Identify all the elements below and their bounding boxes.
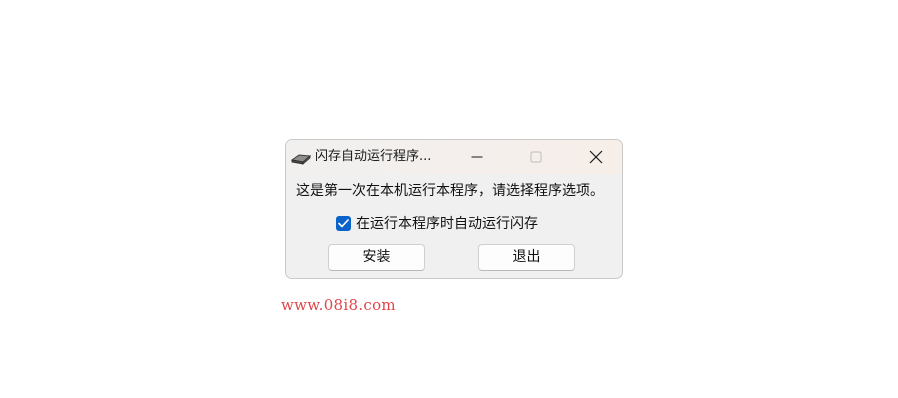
maximize-icon [530,151,542,163]
screen: 闪存自动运行程序... 这是第一次在本机运行本程序，请选择程序选项。 在运行本程… [0,0,898,398]
autorun-checkbox[interactable] [336,216,351,231]
autorun-checkbox-label[interactable]: 在运行本程序时自动运行闪存 [356,214,538,234]
window-title: 闪存自动运行程序... [315,149,432,164]
prompt-message: 这是第一次在本机运行本程序，请选择程序选项。 [296,183,604,199]
minimize-icon [471,156,483,158]
maximize-button[interactable] [513,140,559,174]
checkmark-icon [338,219,349,228]
title-bar[interactable]: 闪存自动运行程序... [286,140,622,174]
watermark-url: www.08i8.com [281,296,396,314]
close-button[interactable] [572,140,618,174]
flash-drive-icon [290,150,312,165]
autorun-dialog: 闪存自动运行程序... 这是第一次在本机运行本程序，请选择程序选项。 在运行本程… [285,139,623,279]
minimize-button[interactable] [454,140,500,174]
exit-button[interactable]: 退出 [478,244,575,271]
close-icon [589,150,603,164]
install-button[interactable]: 安装 [328,244,425,271]
